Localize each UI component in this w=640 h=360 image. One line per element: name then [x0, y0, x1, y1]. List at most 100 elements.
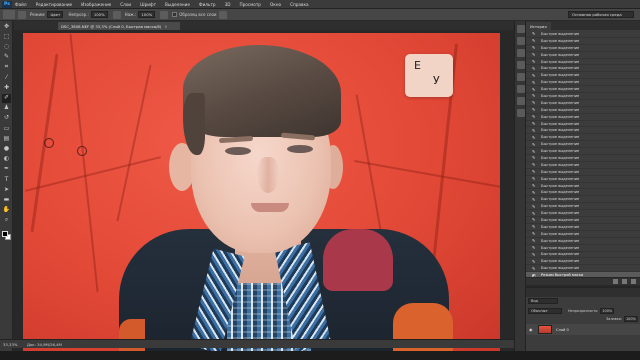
brush-preset-icon[interactable] — [3, 10, 15, 19]
history-item[interactable]: ✎ Быстрое выделение — [526, 59, 640, 66]
menu-edit[interactable]: Редактирование — [36, 2, 73, 7]
crop-tool-icon[interactable]: ⌗ — [2, 63, 11, 72]
brush-tool-icon[interactable]: ✐ — [2, 93, 11, 103]
document-size[interactable]: Док: 34,9M/26,4M — [27, 342, 62, 347]
paragraph-panel-icon[interactable] — [517, 85, 525, 93]
history-item[interactable]: ✎ Быстрое выделение — [526, 169, 640, 176]
history-item[interactable]: ✎ Быстрое выделение — [526, 245, 640, 252]
layer-fill-field[interactable]: 100% — [624, 315, 638, 322]
history-item[interactable]: ✎ Быстрое выделение — [526, 93, 640, 100]
zoom-tool-icon[interactable]: ⌕ — [2, 216, 11, 225]
history-item[interactable]: ✎ Быстрое выделение — [526, 107, 640, 114]
type-tool-icon[interactable]: T — [2, 175, 11, 184]
clone-source-icon[interactable] — [517, 61, 525, 69]
history-item[interactable]: ✎ Быстрое выделение — [526, 217, 640, 224]
info-panel-icon[interactable] — [517, 109, 525, 117]
history-item[interactable]: ✎ Быстрое выделение — [526, 148, 640, 156]
healing-brush-tool-icon[interactable]: ✚ — [2, 83, 11, 92]
history-panel-icon[interactable] — [517, 25, 525, 33]
history-item[interactable]: ✎ Быстрое выделение — [526, 203, 640, 211]
history-item[interactable]: ✎ Быстрое выделение — [526, 31, 640, 38]
character-panel-icon[interactable] — [517, 73, 525, 81]
flow-field[interactable]: 100% — [138, 11, 156, 18]
document-tab[interactable]: DSC_3808.NEF @ 33,3% (Слой 0, Быстрая ма… — [58, 22, 180, 30]
actions-panel-icon[interactable] — [517, 37, 525, 45]
history-item[interactable]: ✎ Быстрое выделение — [526, 72, 640, 80]
pressure-size-icon[interactable] — [218, 10, 227, 19]
menu-file[interactable]: Файл — [15, 2, 27, 7]
pressure-opacity-icon[interactable] — [112, 10, 121, 19]
menu-window[interactable]: Окно — [270, 2, 281, 7]
brush-panel-icon[interactable] — [18, 10, 26, 19]
hand-tool-icon[interactable]: ✋ — [2, 206, 11, 215]
quick-selection-tool-icon[interactable]: ✎ — [2, 53, 11, 62]
menu-help[interactable]: Справка — [290, 2, 308, 7]
history-item[interactable]: ✎ Быстрое выделение — [526, 176, 640, 183]
history-item[interactable]: ✎ Быстрое выделение — [526, 210, 640, 218]
history-item[interactable]: ✎ Быстрое выделение — [526, 231, 640, 238]
snapshot-icon[interactable] — [622, 279, 627, 284]
history-item[interactable]: ✎ Быстрое выделение — [526, 121, 640, 128]
history-item[interactable]: ✎ Быстрое выделение — [526, 127, 640, 135]
clone-stamp-tool-icon[interactable]: ♟ — [2, 104, 11, 113]
properties-panel-icon[interactable] — [517, 97, 525, 105]
image-canvas[interactable]: E У — [23, 33, 500, 351]
history-item[interactable]: ✎ Быстрое выделение — [526, 252, 640, 259]
foreground-color-swatch[interactable] — [2, 231, 8, 237]
history-brush-tool-icon[interactable]: ↺ — [2, 114, 11, 123]
history-item[interactable]: ✎ Быстрое выделение — [526, 79, 640, 87]
workspace-select[interactable]: Основная рабочая среда — [568, 11, 634, 18]
brush-panel-icon[interactable] — [517, 49, 525, 57]
menu-filter[interactable]: Фильтр — [199, 2, 216, 7]
close-icon[interactable]: ✕ — [164, 24, 167, 29]
layer-filter-select[interactable]: Вид — [528, 298, 558, 304]
blur-tool-icon[interactable]: ● — [2, 144, 11, 153]
visibility-eye-icon[interactable]: ◉ — [529, 327, 536, 332]
opacity-field[interactable]: 100% — [90, 11, 108, 18]
zoom-level[interactable]: 33,33% — [3, 342, 27, 347]
eyedropper-tool-icon[interactable]: ⁄ — [2, 73, 11, 82]
history-item[interactable]: ✎ Быстрое выделение — [526, 238, 640, 245]
shape-tool-icon[interactable]: ▬ — [2, 195, 11, 204]
history-item[interactable]: ✎ Быстрое выделение — [526, 38, 640, 45]
sample-all-layers-checkbox[interactable] — [172, 12, 178, 17]
layer-row[interactable]: ◉ Слой 0 — [526, 324, 640, 335]
menu-select[interactable]: Выделение — [165, 2, 190, 7]
history-item[interactable]: ✎ Быстрое выделение — [526, 196, 640, 204]
history-item[interactable]: ✎ Быстрое выделение — [526, 45, 640, 52]
history-item[interactable]: ✎ Быстрое выделение — [526, 86, 640, 94]
menu-view[interactable]: Просмотр — [239, 2, 261, 7]
menu-3d[interactable]: 3D — [225, 2, 231, 7]
new-document-from-state-icon[interactable] — [613, 279, 618, 284]
history-item[interactable]: ✎ Быстрое выделение — [526, 224, 640, 231]
lasso-tool-icon[interactable]: ◌ — [2, 43, 11, 52]
history-item[interactable]: ✎ Быстрое выделение — [526, 134, 640, 142]
blend-mode-select[interactable]: Обычные — [528, 307, 562, 314]
dodge-tool-icon[interactable]: ◐ — [2, 155, 11, 164]
eraser-tool-icon[interactable]: ▭ — [2, 124, 11, 133]
airbrush-icon[interactable] — [160, 10, 169, 19]
history-item[interactable]: ✎ Быстрое выделение — [526, 65, 640, 73]
pen-tool-icon[interactable]: ✒ — [2, 165, 11, 174]
gradient-tool-icon[interactable]: ▤ — [2, 134, 11, 143]
mode-select[interactable]: Цвет — [47, 11, 64, 18]
history-item[interactable]: ✎ Быстрое выделение — [526, 265, 640, 273]
history-item[interactable]: ✎ Быстрое выделение — [526, 141, 640, 149]
move-tool-icon[interactable]: ✥ — [2, 22, 11, 31]
marquee-tool-icon[interactable]: ⬚ — [2, 32, 11, 41]
history-item[interactable]: ✎ Быстрое выделение — [526, 100, 640, 107]
trash-icon[interactable] — [631, 279, 636, 284]
history-item[interactable]: ✎ Быстрое выделение — [526, 183, 640, 190]
history-item[interactable]: ✎ Быстрое выделение — [526, 155, 640, 162]
path-selection-tool-icon[interactable]: ➤ — [2, 185, 11, 194]
history-item[interactable]: ✎ Быстрое выделение — [526, 114, 640, 121]
history-item[interactable]: ✎ Быстрое выделение — [526, 189, 640, 197]
menu-type[interactable]: Шрифт — [140, 2, 156, 7]
history-item[interactable]: ✎ Быстрое выделение — [526, 258, 640, 266]
layer-opacity-field[interactable]: 100% — [600, 307, 615, 314]
history-item[interactable]: ✎ Быстрое выделение — [526, 52, 640, 59]
history-item[interactable]: ✎ Быстрое выделение — [526, 162, 640, 169]
menu-layers[interactable]: Слои — [120, 2, 131, 7]
menu-image[interactable]: Изображение — [81, 2, 111, 7]
tab-history[interactable]: История — [526, 22, 551, 30]
